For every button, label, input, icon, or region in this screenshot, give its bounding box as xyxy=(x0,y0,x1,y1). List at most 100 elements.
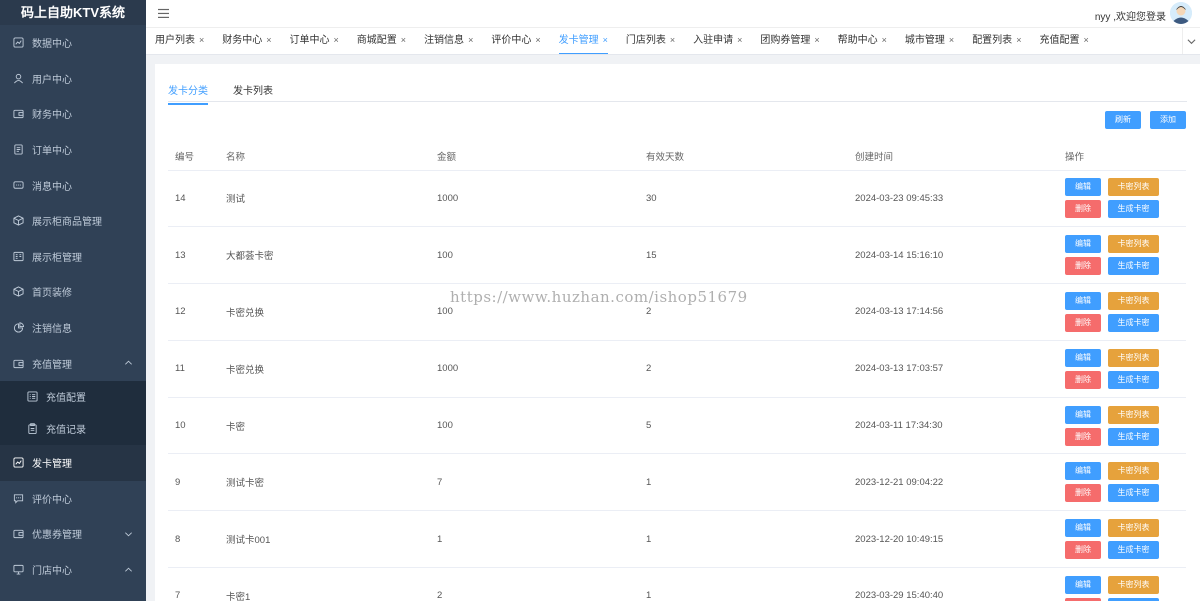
close-icon[interactable]: × xyxy=(949,35,954,45)
pie-icon xyxy=(13,322,24,333)
delete-button[interactable]: 删除 xyxy=(1065,257,1101,276)
tab-5[interactable]: 评价中心 × xyxy=(491,27,540,54)
card-list-button[interactable]: 卡密列表 xyxy=(1108,291,1159,310)
cell-actions: 编辑卡密列表删除生成卡密 xyxy=(1058,453,1186,512)
tab-10[interactable]: 帮助中心 × xyxy=(838,27,887,54)
tab-13[interactable]: 充值配置 × xyxy=(1039,27,1088,54)
close-icon[interactable]: × xyxy=(1016,35,1021,45)
sidebar-item-0[interactable]: 数据中心 xyxy=(0,25,146,61)
tab-0[interactable]: 用户列表 × xyxy=(155,27,204,54)
delete-button[interactable]: 删除 xyxy=(1065,200,1101,219)
edit-button[interactable]: 编辑 xyxy=(1065,405,1101,424)
sidebar-item-4[interactable]: 消息中心 xyxy=(0,167,146,203)
sidebar-item-8[interactable]: 注销信息 xyxy=(0,310,146,346)
tab-label: 财务中心 xyxy=(222,35,263,46)
card-list-button[interactable]: 卡密列表 xyxy=(1108,575,1159,594)
sidebar-item-12[interactable]: 发卡管理 xyxy=(0,444,146,481)
tab-11[interactable]: 城市管理 × xyxy=(905,27,954,54)
tab-label: 配置列表 xyxy=(972,35,1013,46)
generate-card-button[interactable]: 生成卡密 xyxy=(1108,370,1159,389)
cell-days: 2 xyxy=(639,340,848,398)
edit-button[interactable]: 编辑 xyxy=(1065,178,1101,197)
sidebar-item-14[interactable]: 优惠券管理 xyxy=(0,516,146,552)
card-list-button[interactable]: 卡密列表 xyxy=(1108,235,1159,254)
wallet-icon xyxy=(13,358,24,369)
card-list-button[interactable]: 卡密列表 xyxy=(1108,178,1159,197)
generate-card-button[interactable]: 生成卡密 xyxy=(1108,427,1159,446)
generate-card-button[interactable]: 生成卡密 xyxy=(1108,484,1159,503)
close-icon[interactable]: × xyxy=(814,35,819,45)
cell-created: 2023-12-20 10:49:15 xyxy=(848,510,1058,569)
add-button[interactable]: 添加 xyxy=(1150,111,1186,129)
sidebar-item-label: 展示柜管理 xyxy=(32,252,82,264)
tab-9[interactable]: 团购券管理 × xyxy=(760,27,819,54)
sidebar-item-7[interactable]: 首页装修 xyxy=(0,274,146,310)
sidebar-item-9[interactable]: 充值管理 xyxy=(0,345,146,381)
tab-12[interactable]: 配置列表 × xyxy=(972,27,1021,54)
delete-button[interactable]: 删除 xyxy=(1065,313,1101,332)
sidebar-item-1[interactable]: 用户中心 xyxy=(0,61,146,97)
tab-7[interactable]: 门店列表 × xyxy=(626,27,675,54)
card-list-button[interactable]: 卡密列表 xyxy=(1108,405,1159,424)
edit-button[interactable]: 编辑 xyxy=(1065,348,1101,367)
tab-8[interactable]: 入驻申请 × xyxy=(693,27,742,54)
generate-card-button[interactable]: 生成卡密 xyxy=(1108,541,1159,560)
avatar[interactable] xyxy=(1170,2,1192,24)
sidebar-item-2[interactable]: 财务中心 xyxy=(0,96,146,132)
sidebar-item-15[interactable]: 门店中心 xyxy=(0,552,146,588)
edit-button[interactable]: 编辑 xyxy=(1065,291,1101,310)
edit-button[interactable]: 编辑 xyxy=(1065,462,1101,481)
close-icon[interactable]: × xyxy=(468,35,473,45)
card-list-button[interactable]: 卡密列表 xyxy=(1108,519,1159,538)
tab-label: 充值配置 xyxy=(1039,35,1080,46)
refresh-button[interactable]: 刷新 xyxy=(1105,111,1141,129)
sidebar-item-11[interactable]: 充值记录 xyxy=(0,412,146,445)
close-icon[interactable]: × xyxy=(535,35,540,45)
tabs-more-chevron-down-icon[interactable] xyxy=(1182,28,1200,54)
col-header-amount: 金额 xyxy=(430,142,639,171)
generate-card-button[interactable]: 生成卡密 xyxy=(1108,200,1159,219)
delete-button[interactable]: 删除 xyxy=(1065,484,1101,503)
tab-2[interactable]: 订单中心 × xyxy=(290,27,339,54)
generate-card-button[interactable]: 生成卡密 xyxy=(1108,257,1159,276)
delete-button[interactable]: 删除 xyxy=(1065,427,1101,446)
sidebar-item-label: 用户中心 xyxy=(32,74,72,86)
edit-button[interactable]: 编辑 xyxy=(1065,519,1101,538)
edit-button[interactable]: 编辑 xyxy=(1065,575,1101,594)
close-icon[interactable]: × xyxy=(603,35,608,45)
close-icon[interactable]: × xyxy=(199,35,204,45)
sidebar-item-3[interactable]: 订单中心 xyxy=(0,132,146,168)
hamburger-menu-icon[interactable] xyxy=(158,8,169,19)
close-icon[interactable]: × xyxy=(1083,35,1088,45)
tab-label: 帮助中心 xyxy=(837,35,878,46)
tab-3[interactable]: 商城配置 × xyxy=(357,27,406,54)
generate-card-button[interactable]: 生成卡密 xyxy=(1108,313,1159,332)
cell-created: 2023-12-21 09:04:22 xyxy=(848,453,1058,512)
close-icon[interactable]: × xyxy=(401,35,406,45)
tab-1[interactable]: 财务中心 × xyxy=(222,27,271,54)
cell-actions: 编辑卡密列表删除生成卡密 xyxy=(1058,567,1186,601)
close-icon[interactable]: × xyxy=(334,35,339,45)
card-list-button[interactable]: 卡密列表 xyxy=(1108,348,1159,367)
edit-button[interactable]: 编辑 xyxy=(1065,235,1101,254)
close-icon[interactable]: × xyxy=(266,35,271,45)
user-icon xyxy=(13,73,24,84)
sidebar-item-5[interactable]: 展示柜商品管理 xyxy=(0,203,146,239)
close-icon[interactable]: × xyxy=(882,35,887,45)
delete-button[interactable]: 删除 xyxy=(1065,541,1101,560)
cell-created: 2024-03-13 17:14:56 xyxy=(848,283,1058,341)
sidebar-item-10[interactable]: 充值配置 xyxy=(0,380,146,413)
close-icon[interactable]: × xyxy=(670,35,675,45)
close-icon[interactable]: × xyxy=(737,35,742,45)
tab-6[interactable]: 发卡管理 × xyxy=(558,27,608,54)
sidebar-item-label: 优惠券管理 xyxy=(32,530,82,542)
cell-id: 9 xyxy=(168,453,219,512)
card-list-button[interactable]: 卡密列表 xyxy=(1108,462,1159,481)
cell-days: 5 xyxy=(639,397,848,455)
sidebar-item-6[interactable]: 展示柜管理 xyxy=(0,239,146,275)
sidebar-item-13[interactable]: 评价中心 xyxy=(0,481,146,517)
delete-button[interactable]: 删除 xyxy=(1065,370,1101,389)
sidebar-menu: 数据中心用户中心财务中心 订单中心 消息中心 展示柜商品管理展示柜管理首页装修 注销信息… xyxy=(0,25,146,587)
tab-4[interactable]: 注销信息 × xyxy=(424,27,473,54)
table-header-row: 编号 名称 金额 有效天数 创建时间 操作 xyxy=(168,142,1186,171)
